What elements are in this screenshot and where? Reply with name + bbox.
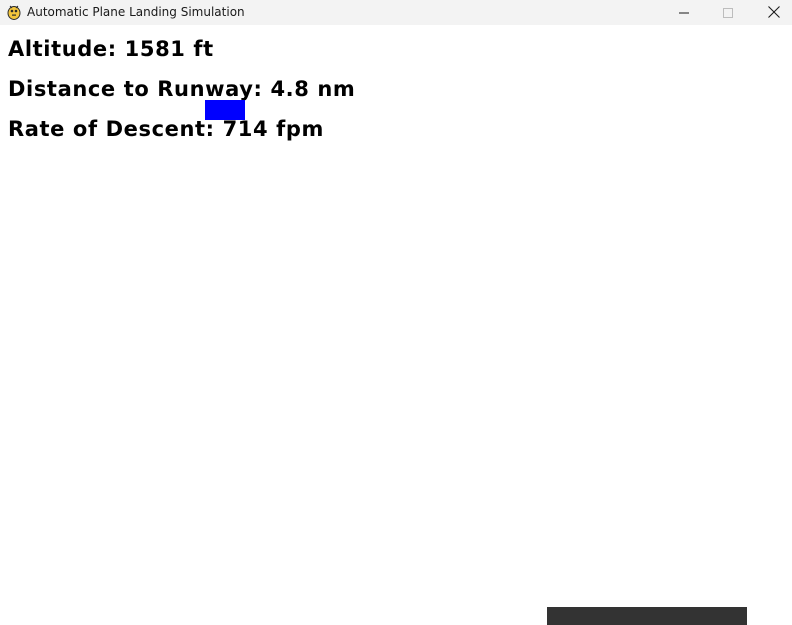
maximize-icon — [723, 3, 733, 22]
close-button[interactable] — [751, 0, 792, 25]
rate-of-descent-readout: Rate of Descent: 714 fpm — [8, 115, 324, 143]
altitude-value: 1581 ft — [124, 37, 214, 61]
rate-value: 714 fpm — [222, 117, 324, 141]
altitude-readout: Altitude: 1581 ft — [8, 35, 214, 63]
distance-readout: Distance to Runway: 4.8 nm — [8, 75, 355, 103]
rate-label: Rate of Descent: — [8, 117, 223, 141]
plane-sprite — [205, 100, 245, 120]
window-title: Automatic Plane Landing Simulation — [27, 5, 245, 19]
distance-value: 4.8 nm — [270, 77, 356, 101]
maximize-button[interactable] — [705, 0, 751, 25]
minimize-icon — [679, 3, 689, 22]
simulation-canvas[interactable]: Altitude: 1581 ft Distance to Runway: 4.… — [0, 25, 792, 625]
minimize-button[interactable] — [661, 0, 707, 25]
altitude-label: Altitude: — [8, 37, 125, 61]
distance-label: Distance to Runway: — [8, 77, 271, 101]
pygame-snake-icon — [6, 4, 22, 20]
runway-sprite — [547, 607, 747, 625]
title-bar[interactable]: Automatic Plane Landing Simulation — [0, 0, 792, 25]
close-icon — [768, 3, 780, 22]
app-window: Automatic Plane Landing Simulation Altit… — [0, 0, 792, 625]
